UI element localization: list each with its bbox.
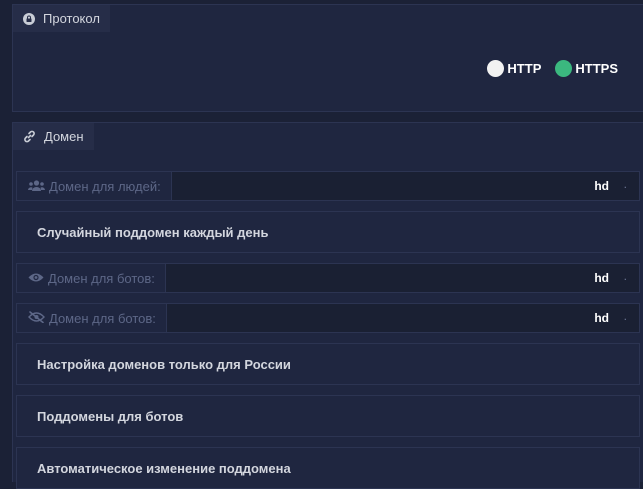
bots-hidden-domain-input[interactable]: hd . [166, 304, 639, 332]
radio-https-label: HTTPS [575, 61, 618, 76]
eye-icon [28, 271, 44, 286]
auto-change-section[interactable]: Автоматическое изменение поддомена [16, 447, 640, 489]
russia-domains-section[interactable]: Настройка доменов только для России [16, 343, 640, 385]
bot-subdomains-label: Поддомены для ботов [37, 408, 184, 424]
bots-hidden-domain-value: hd [594, 311, 609, 325]
bots-domain-row: Домен для ботов: hd . [16, 263, 640, 293]
lock-icon [23, 12, 35, 25]
people-domain-label-text: Домен для людей: [49, 178, 161, 194]
bot-subdomains-section[interactable]: Поддомены для ботов [16, 395, 640, 437]
people-domain-input[interactable]: hd . [171, 172, 639, 200]
people-domain-suffix: . [623, 177, 627, 191]
protocol-header: Протокол [13, 5, 110, 32]
random-subdomain-section[interactable]: Случайный поддомен каждый день [16, 211, 640, 253]
random-subdomain-label: Случайный поддомен каждый день [37, 224, 269, 240]
radio-https-indicator[interactable] [555, 60, 573, 77]
bots-domain-value: hd [594, 271, 609, 285]
users-icon [28, 179, 45, 194]
eye-slash-icon [28, 310, 45, 326]
auto-change-label: Автоматическое изменение поддомена [37, 460, 291, 476]
bots-domain-input[interactable]: hd . [165, 264, 639, 292]
domain-header: Домен [13, 123, 94, 150]
protocol-radio-group: HTTP HTTPS [487, 60, 618, 77]
link-icon [23, 130, 36, 143]
domain-title: Домен [44, 129, 84, 144]
radio-http[interactable]: HTTP [487, 60, 541, 77]
bots-hidden-domain-label-text: Домен для ботов: [49, 310, 156, 326]
bots-domain-label: Домен для ботов: [17, 264, 166, 292]
protocol-title: Протокол [43, 11, 100, 26]
bots-hidden-domain-suffix: . [623, 309, 627, 323]
radio-http-label: HTTP [507, 61, 542, 76]
radio-https[interactable]: HTTPS [555, 60, 618, 77]
bots-hidden-domain-label: Домен для ботов: [17, 304, 167, 332]
people-domain-label: Домен для людей: [17, 172, 172, 200]
radio-http-indicator[interactable] [487, 60, 505, 77]
russia-domains-label: Настройка доменов только для России [37, 356, 291, 372]
protocol-panel: Протокол HTTP HTTPS [12, 4, 643, 112]
bots-domain-label-text: Домен для ботов: [48, 270, 155, 286]
bots-hidden-domain-row: Домен для ботов: hd . [16, 303, 640, 333]
people-domain-row: Домен для людей: hd . [16, 171, 640, 201]
bots-domain-suffix: . [623, 269, 627, 283]
people-domain-value: hd [594, 179, 609, 193]
